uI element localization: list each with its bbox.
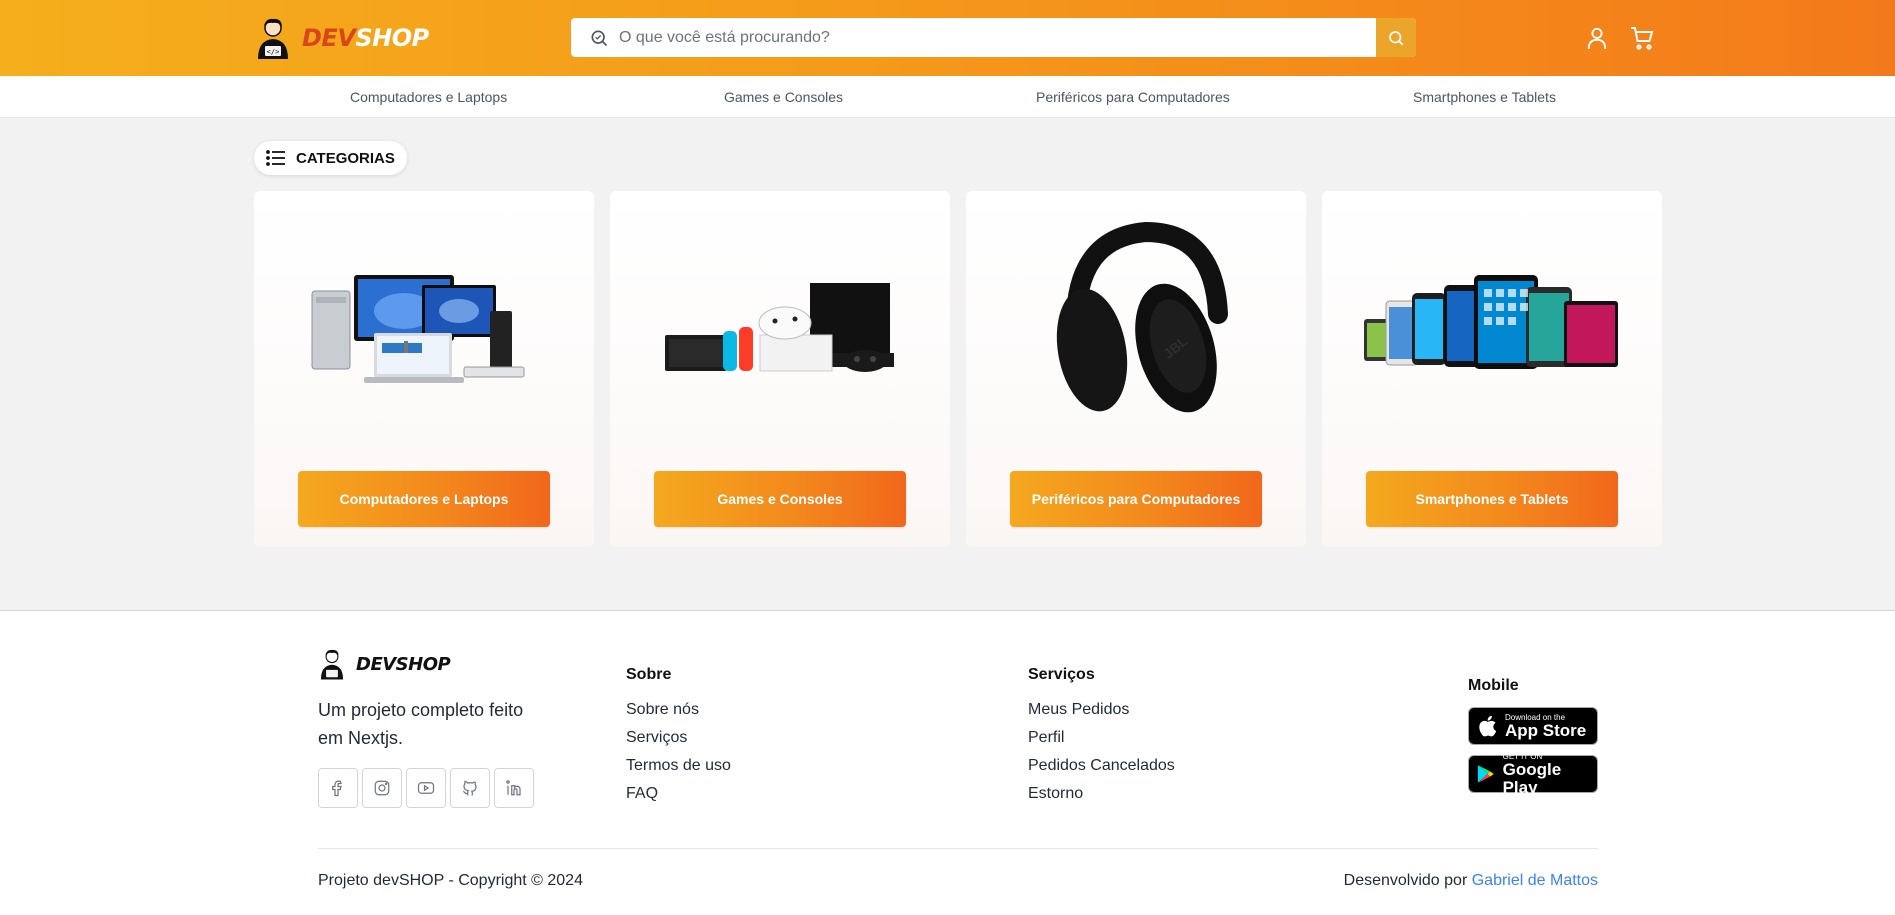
computers-image bbox=[254, 241, 594, 411]
search-button[interactable] bbox=[1376, 18, 1416, 57]
social-links bbox=[318, 768, 534, 808]
copyright: Projeto devSHOP - Copyright © 2024 bbox=[318, 872, 583, 889]
cart-icon[interactable] bbox=[1630, 26, 1654, 50]
footer-link-pedidos-cancelados[interactable]: Pedidos Cancelados bbox=[1028, 752, 1175, 780]
svg-text:</>: </> bbox=[267, 48, 280, 56]
app-store-big: App Store bbox=[1505, 720, 1587, 740]
footer-description: Um projeto completo feito em Nextjs. bbox=[318, 700, 524, 748]
categories-title: CATEGORIAS bbox=[296, 149, 395, 167]
search-input[interactable] bbox=[619, 18, 1339, 57]
search-lens-icon bbox=[591, 30, 608, 47]
search-icon bbox=[1389, 30, 1404, 45]
nav-item-computadores[interactable]: Computadores e Laptops bbox=[350, 89, 507, 105]
header: </> DEVSHOP bbox=[0, 0, 1895, 76]
nav-item-games[interactable]: Games e Consoles bbox=[724, 89, 843, 105]
category-button-perifericos[interactable]: Periféricos para Computadores bbox=[1010, 471, 1262, 527]
footer: DEVSHOP Um projeto completo feito em Nex… bbox=[0, 612, 1895, 915]
category-card[interactable]: Smartphones e Tablets bbox=[1322, 191, 1662, 547]
category-button-games[interactable]: Games e Consoles bbox=[654, 471, 906, 527]
category-button-computadores[interactable]: Computadores e Laptops bbox=[298, 471, 550, 527]
footer-link-faq[interactable]: FAQ bbox=[626, 780, 731, 808]
footer-logo-text: DEVSHOP bbox=[356, 653, 451, 675]
github-icon[interactable] bbox=[450, 768, 490, 808]
footer-servicos-title: Serviços bbox=[1028, 666, 1095, 683]
footer-col-mobile: Mobile Download on the App Store GET IT … bbox=[1468, 677, 1598, 803]
footer-divider bbox=[318, 848, 1598, 849]
footer-logo-dev: DEV bbox=[356, 653, 396, 675]
nav-item-smartphones[interactable]: Smartphones e Tablets bbox=[1413, 89, 1556, 105]
category-card[interactable]: JBL Periféricos para Computadores bbox=[966, 191, 1306, 547]
google-play-big: Google Play bbox=[1502, 759, 1562, 797]
footer-col-sobre: Sobre Sobre nós Serviços Termos de uso F… bbox=[626, 666, 731, 808]
footer-link-termos[interactable]: Termos de uso bbox=[626, 752, 731, 780]
headphone-image: JBL bbox=[966, 213, 1306, 433]
list-icon bbox=[266, 150, 285, 166]
google-play-icon bbox=[1477, 765, 1494, 783]
developer-avatar-icon: </> bbox=[258, 18, 288, 59]
categories-pill[interactable]: CATEGORIAS bbox=[254, 141, 407, 175]
footer-logo-shop: SHOP bbox=[395, 653, 451, 675]
footer-link-estorno[interactable]: Estorno bbox=[1028, 780, 1175, 808]
google-play-badge[interactable]: GET IT ON Google Play bbox=[1468, 752, 1598, 796]
footer-sobre-title: Sobre bbox=[626, 666, 672, 683]
facebook-icon[interactable] bbox=[318, 768, 358, 808]
developed-by-label: Desenvolvido por bbox=[1343, 872, 1468, 889]
youtube-icon[interactable] bbox=[406, 768, 446, 808]
nav-item-perifericos[interactable]: Periféricos para Computadores bbox=[1036, 89, 1230, 105]
footer-link-sobre-nos[interactable]: Sobre nós bbox=[626, 696, 731, 724]
consoles-image bbox=[610, 241, 950, 411]
footer-mobile-title: Mobile bbox=[1468, 677, 1519, 694]
logo-dev: DEV bbox=[302, 24, 356, 52]
search-bar bbox=[571, 18, 1416, 57]
developed-by: Desenvolvido por Gabriel de Mattos bbox=[1344, 872, 1598, 890]
main-content: CATEGORIAS Computadores e Laptops Games … bbox=[0, 118, 1895, 611]
footer-link-meus-pedidos[interactable]: Meus Pedidos bbox=[1028, 696, 1175, 724]
footer-link-perfil[interactable]: Perfil bbox=[1028, 724, 1175, 752]
developer-avatar-icon bbox=[320, 649, 344, 680]
category-nav: Computadores e Laptops Games e Consoles … bbox=[0, 76, 1895, 118]
logo[interactable]: </> DEVSHOP bbox=[254, 16, 429, 60]
footer-col-servicos: Serviços Meus Pedidos Perfil Pedidos Can… bbox=[1028, 666, 1175, 808]
developer-link[interactable]: Gabriel de Mattos bbox=[1472, 872, 1598, 889]
user-icon[interactable] bbox=[1586, 26, 1608, 50]
category-button-smartphones[interactable]: Smartphones e Tablets bbox=[1366, 471, 1618, 527]
linkedin-icon[interactable] bbox=[494, 768, 534, 808]
instagram-icon[interactable] bbox=[362, 768, 402, 808]
category-card[interactable]: Computadores e Laptops bbox=[254, 191, 594, 547]
logo-shop: SHOP bbox=[355, 24, 429, 52]
app-store-text: Download on the App Store bbox=[1505, 713, 1586, 740]
app-store-badge[interactable]: Download on the App Store bbox=[1468, 707, 1598, 745]
footer-link-servicos[interactable]: Serviços bbox=[626, 724, 731, 752]
apple-icon bbox=[1479, 715, 1497, 737]
phones-image bbox=[1322, 241, 1662, 411]
google-play-text: GET IT ON Google Play bbox=[1503, 752, 1589, 797]
logo-text: DEVSHOP bbox=[302, 24, 429, 52]
footer-logo[interactable]: DEVSHOP bbox=[318, 647, 451, 681]
category-card[interactable]: Games e Consoles bbox=[610, 191, 950, 547]
